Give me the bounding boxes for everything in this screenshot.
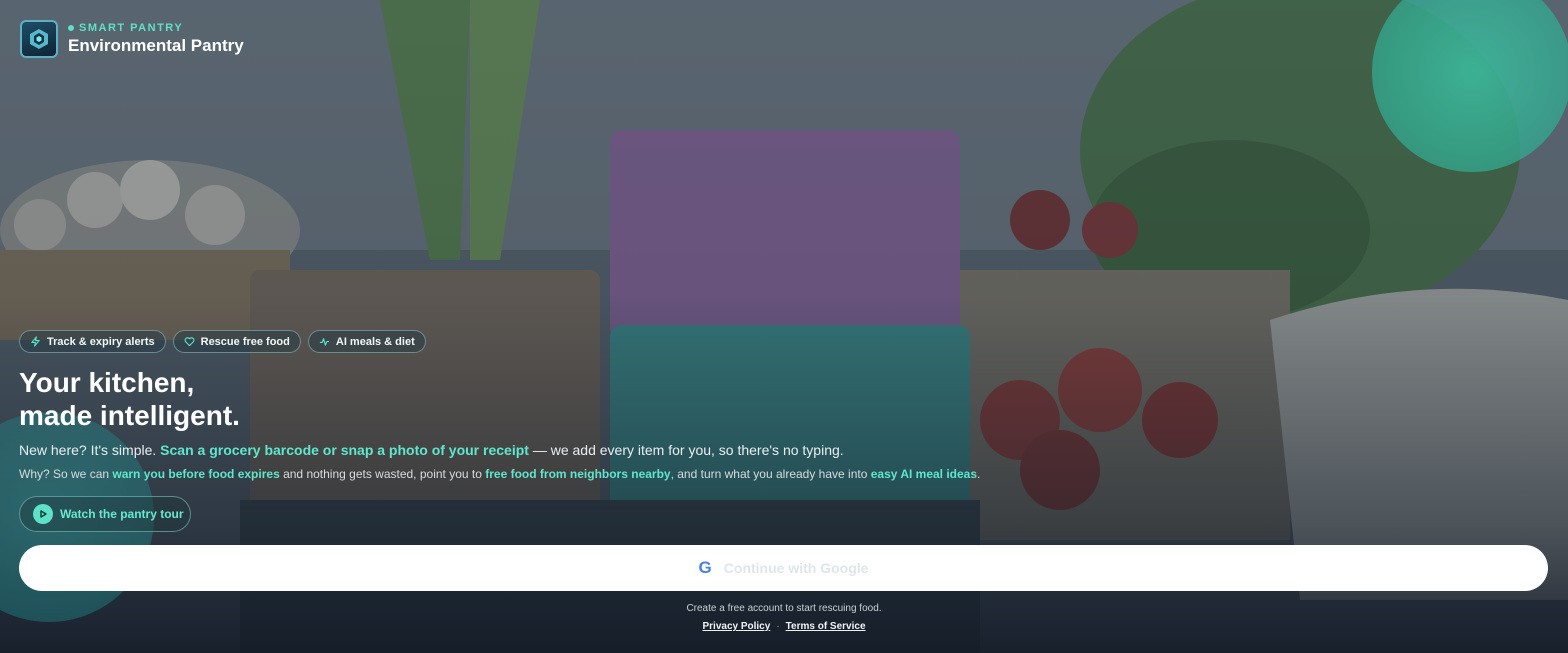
hero-title-line1: Your kitchen,	[19, 367, 195, 398]
watch-tour-button[interactable]: Watch the pantry tour	[19, 496, 191, 532]
chip-label: Track & expiry alerts	[47, 335, 155, 348]
brand-kicker-label: SMART PANTRY	[79, 22, 184, 34]
feature-chips: Track & expiry alerts Rescue free food A…	[19, 330, 426, 353]
chip-label: Rescue free food	[200, 335, 290, 348]
bolt-icon	[31, 336, 40, 347]
privacy-policy-link[interactable]: Privacy Policy	[702, 621, 770, 632]
hero-title-line2: made intelligent.	[19, 400, 240, 431]
why-text: , and turn what you already have into	[670, 467, 871, 481]
why-text: .	[977, 467, 981, 481]
why-highlight-neighbors: free food from neighbors nearby	[485, 467, 671, 481]
brand-header: SMART PANTRY Environmental Pantry	[20, 20, 244, 58]
chip-ai-meals: AI meals & diet	[307, 330, 426, 353]
link-separator: ·	[776, 621, 780, 632]
play-icon	[33, 504, 53, 524]
chip-label: AI meals & diet	[335, 335, 415, 348]
heart-icon	[184, 337, 195, 347]
why-highlight-ai: easy AI meal ideas	[870, 467, 978, 481]
why-text: Why? So we can	[19, 467, 113, 481]
lead-suffix: — we add every item for you, so there's …	[528, 442, 844, 458]
lead-highlight: Scan a grocery barcode or snap a photo o…	[160, 442, 529, 458]
continue-with-google-button[interactable]: G Continue with Google	[19, 545, 1548, 591]
google-logo-icon: G	[698, 558, 712, 577]
why-highlight-expiry: warn you before food expires	[112, 467, 280, 481]
google-button-label: Continue with Google	[723, 560, 869, 576]
brand-kicker: SMART PANTRY	[68, 22, 244, 34]
hero-title: Your kitchen, made intelligent.	[19, 366, 240, 432]
terms-of-service-link[interactable]: Terms of Service	[786, 621, 866, 632]
why-text: and nothing gets wasted, point you to	[279, 467, 486, 481]
legal-links: Privacy Policy · Terms of Service	[0, 621, 1568, 632]
chip-track-expiry: Track & expiry alerts	[19, 330, 166, 353]
tour-button-label: Watch the pantry tour	[60, 507, 184, 521]
activity-icon	[319, 338, 329, 346]
cube-shield-icon	[20, 20, 58, 58]
hero-why: Why? So we can warn you before food expi…	[19, 467, 980, 481]
signup-note: Create a free account to start rescuing …	[686, 603, 882, 614]
lead-prefix: New here? It's simple.	[19, 442, 161, 458]
hero-lead: New here? It's simple. Scan a grocery ba…	[19, 442, 844, 458]
status-dot-icon	[68, 25, 74, 31]
brand-name: Environmental Pantry	[68, 36, 244, 55]
chip-rescue-food: Rescue free food	[172, 330, 301, 353]
